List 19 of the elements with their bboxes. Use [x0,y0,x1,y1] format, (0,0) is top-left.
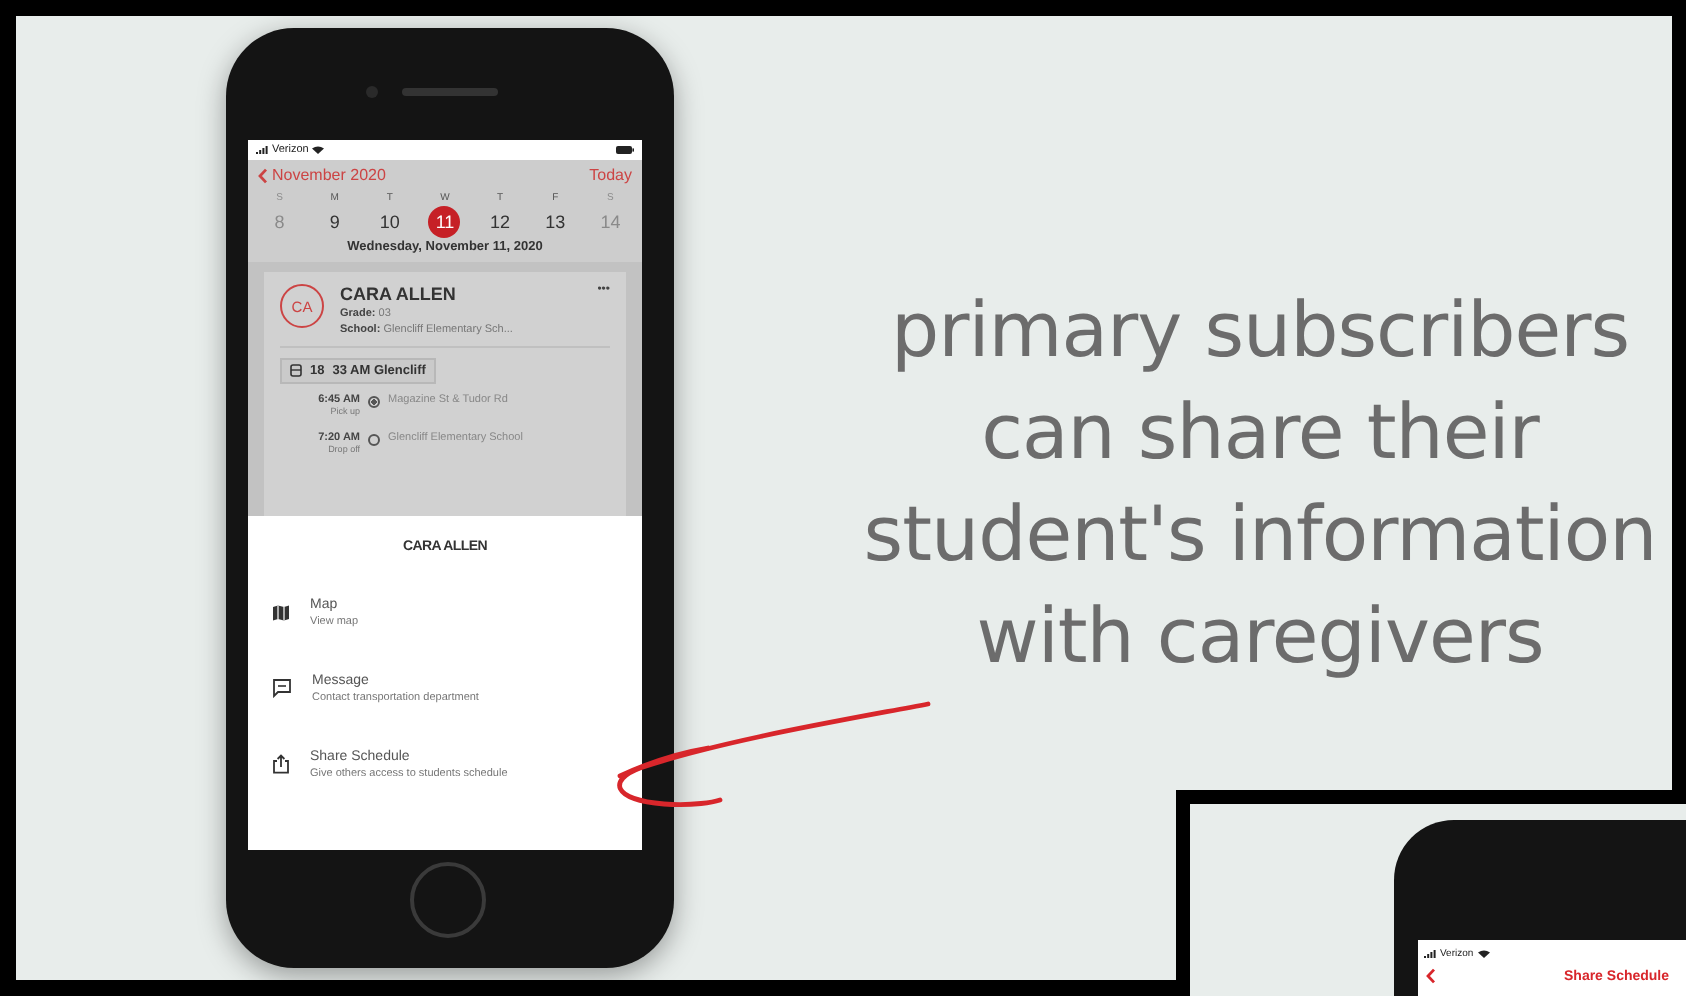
share-icon [272,754,290,774]
bus-icon [290,364,302,378]
date-item[interactable]: 10 [373,206,406,238]
message-icon [272,678,292,698]
wifi-icon [1477,950,1490,958]
signal-icon [1424,950,1436,958]
month-label: November 2020 [272,166,386,184]
back-chevron-icon[interactable] [1426,968,1436,984]
wifi-icon [312,146,325,154]
caption-text: primary subscribers can share their student's information with caregivers [861,284,1659,684]
date-item[interactable]: 9 [318,206,351,238]
date-item[interactable]: 13 [539,206,572,238]
back-chevron-icon[interactable] [258,167,268,183]
date-item[interactable]: 12 [484,206,517,238]
date-item[interactable]: 11 [428,206,461,238]
signal-icon [256,146,268,154]
map-icon [272,603,290,621]
student-name: CARA ALLEN [340,284,456,304]
battery-icon [616,146,634,154]
